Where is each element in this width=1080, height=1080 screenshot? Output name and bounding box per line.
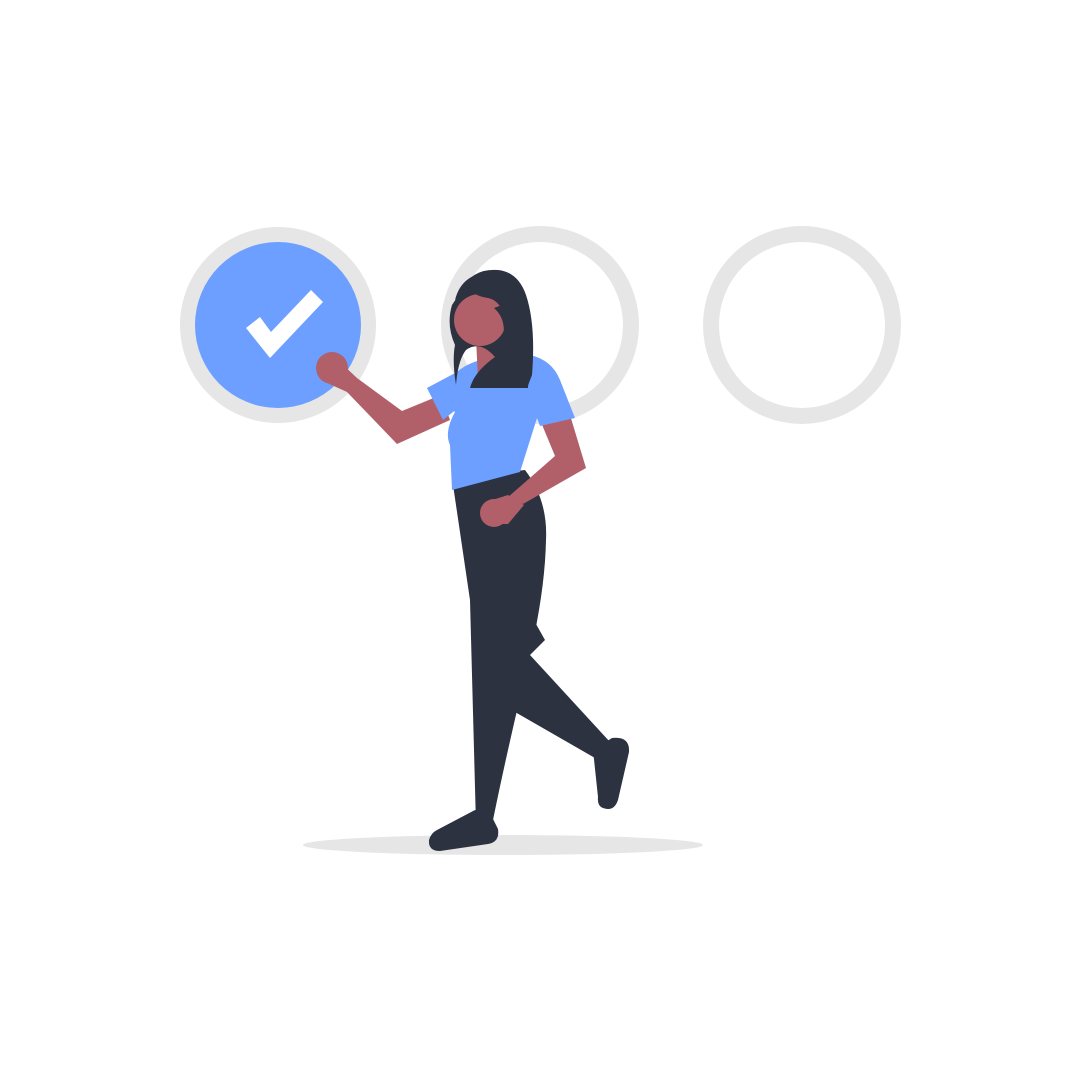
back-shoe	[593, 737, 630, 809]
woman-with-progress-steps-illustration	[180, 226, 901, 855]
ground-shadow	[303, 835, 703, 855]
left-hand	[316, 352, 348, 384]
step-complete	[180, 227, 376, 423]
illustration-stage	[0, 0, 1080, 1080]
step-incomplete	[703, 226, 901, 424]
step-ring	[703, 226, 901, 424]
